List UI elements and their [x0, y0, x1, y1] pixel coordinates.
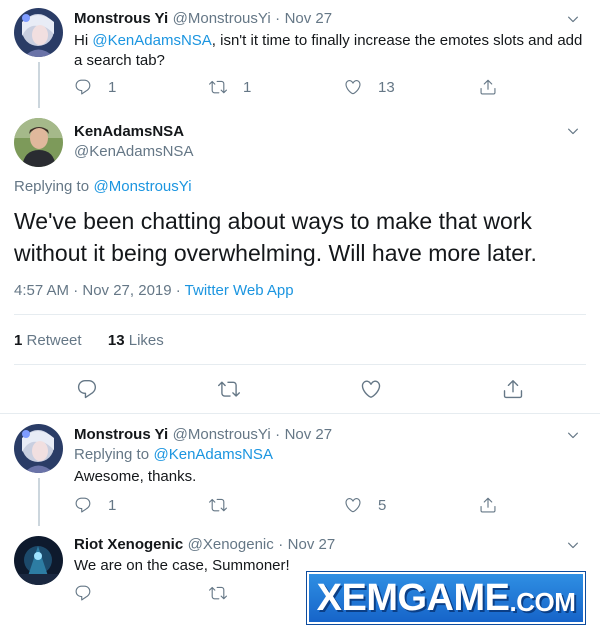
- tweet-header: Monstrous Yi @MonstrousYi · Nov 27: [74, 10, 332, 28]
- share-icon: [479, 496, 497, 514]
- replying-to: Replying to @MonstrousYi: [14, 178, 192, 195]
- display-name[interactable]: KenAdamsNSA: [74, 123, 184, 141]
- thread-line: [38, 62, 40, 108]
- avatar[interactable]: [14, 424, 63, 473]
- tweet-actions: [74, 584, 344, 602]
- source-link[interactable]: Twitter Web App: [185, 282, 294, 299]
- reply-icon: [74, 496, 92, 514]
- main-tweet: KenAdamsNSA @KenAdamsNSA Replying to @Mo…: [0, 108, 600, 413]
- reply-icon[interactable]: [76, 378, 98, 400]
- like-count: 5: [378, 496, 387, 514]
- handle[interactable]: @Xenogenic: [188, 536, 274, 553]
- engagement-stats: 1 Retweet 13 Likes: [14, 332, 164, 349]
- share-button[interactable]: [479, 496, 600, 514]
- handle[interactable]: @MonstrousYi: [173, 426, 271, 443]
- share-button[interactable]: [479, 78, 600, 96]
- display-name[interactable]: Monstrous Yi: [74, 426, 168, 443]
- tweet-timestamp: 4:57 AM · Nov 27, 2019 · Twitter Web App: [14, 282, 294, 299]
- display-name[interactable]: Monstrous Yi: [74, 10, 168, 27]
- watermark-logo: XEMGAME .COM: [307, 572, 585, 624]
- like-count: 13: [378, 78, 395, 96]
- reply-tweet[interactable]: Monstrous Yi @MonstrousYi · Nov 27 Reply…: [0, 414, 600, 526]
- tweet-actions: 1 1 13: [74, 78, 600, 96]
- like-button[interactable]: 13: [344, 78, 479, 96]
- retweets-stat[interactable]: 1 Retweet: [14, 332, 82, 349]
- divider: [14, 364, 586, 365]
- like-button[interactable]: 5: [344, 496, 479, 514]
- share-icon[interactable]: [502, 378, 524, 400]
- likes-stat[interactable]: 13 Likes: [108, 332, 164, 349]
- reply-button[interactable]: 1: [74, 496, 209, 514]
- divider: [14, 314, 586, 315]
- retweet-count: 1: [243, 78, 252, 96]
- thread-line: [38, 478, 40, 526]
- mention-link[interactable]: @KenAdamsNSA: [92, 32, 211, 49]
- handle[interactable]: @MonstrousYi: [173, 10, 271, 27]
- replying-to-link[interactable]: @KenAdamsNSA: [154, 446, 273, 463]
- parent-tweet[interactable]: Monstrous Yi @MonstrousYi · Nov 27 Hi @K…: [0, 0, 600, 108]
- tweet-text: Hi @KenAdamsNSA, isn't it time to finall…: [74, 32, 583, 69]
- tweet-header: Riot Xenogenic @Xenogenic · Nov 27: [74, 536, 335, 554]
- share-icon: [479, 78, 497, 96]
- reply-button[interactable]: [74, 584, 209, 602]
- heart-icon: [344, 496, 362, 514]
- heart-icon: [344, 78, 362, 96]
- retweet-icon[interactable]: [218, 378, 240, 400]
- retweet-button[interactable]: 1: [209, 78, 344, 96]
- tweet-date[interactable]: Nov 27: [285, 426, 333, 443]
- tweet-date[interactable]: Nov 27: [288, 536, 336, 553]
- tweet-text: We are on the case, Summoner!: [74, 557, 290, 574]
- handle[interactable]: @KenAdamsNSA: [74, 143, 193, 161]
- main-tweet-text: We've been chatting about ways to make t…: [14, 208, 537, 266]
- reply-button[interactable]: 1: [74, 78, 209, 96]
- tweet-actions: 1 5: [74, 496, 600, 514]
- chevron-down-icon[interactable]: [566, 124, 580, 138]
- reply-count: 1: [108, 78, 117, 96]
- separator-dot: ·: [275, 426, 281, 443]
- avatar[interactable]: [14, 118, 63, 167]
- replying-to: Replying to @KenAdamsNSA: [74, 446, 273, 463]
- avatar[interactable]: [14, 8, 63, 57]
- tweet-date[interactable]: Nov 27: [285, 10, 333, 27]
- retweet-icon: [209, 584, 227, 602]
- reply-count: 1: [108, 496, 117, 514]
- display-name[interactable]: Riot Xenogenic: [74, 536, 183, 553]
- separator-dot: ·: [275, 10, 281, 27]
- chevron-down-icon[interactable]: [566, 12, 580, 26]
- tweet-text: Awesome, thanks.: [74, 468, 197, 485]
- reply-icon: [74, 584, 92, 602]
- reply-icon: [74, 78, 92, 96]
- retweet-icon: [209, 496, 227, 514]
- retweet-button[interactable]: [209, 496, 344, 514]
- chevron-down-icon[interactable]: [566, 538, 580, 552]
- avatar[interactable]: [14, 536, 63, 585]
- retweet-icon: [209, 78, 227, 96]
- replying-to-link[interactable]: @MonstrousYi: [94, 178, 192, 195]
- chevron-down-icon[interactable]: [566, 428, 580, 442]
- separator-dot: ·: [278, 536, 284, 553]
- tweet-header: Monstrous Yi @MonstrousYi · Nov 27: [74, 426, 332, 444]
- heart-icon[interactable]: [360, 378, 382, 400]
